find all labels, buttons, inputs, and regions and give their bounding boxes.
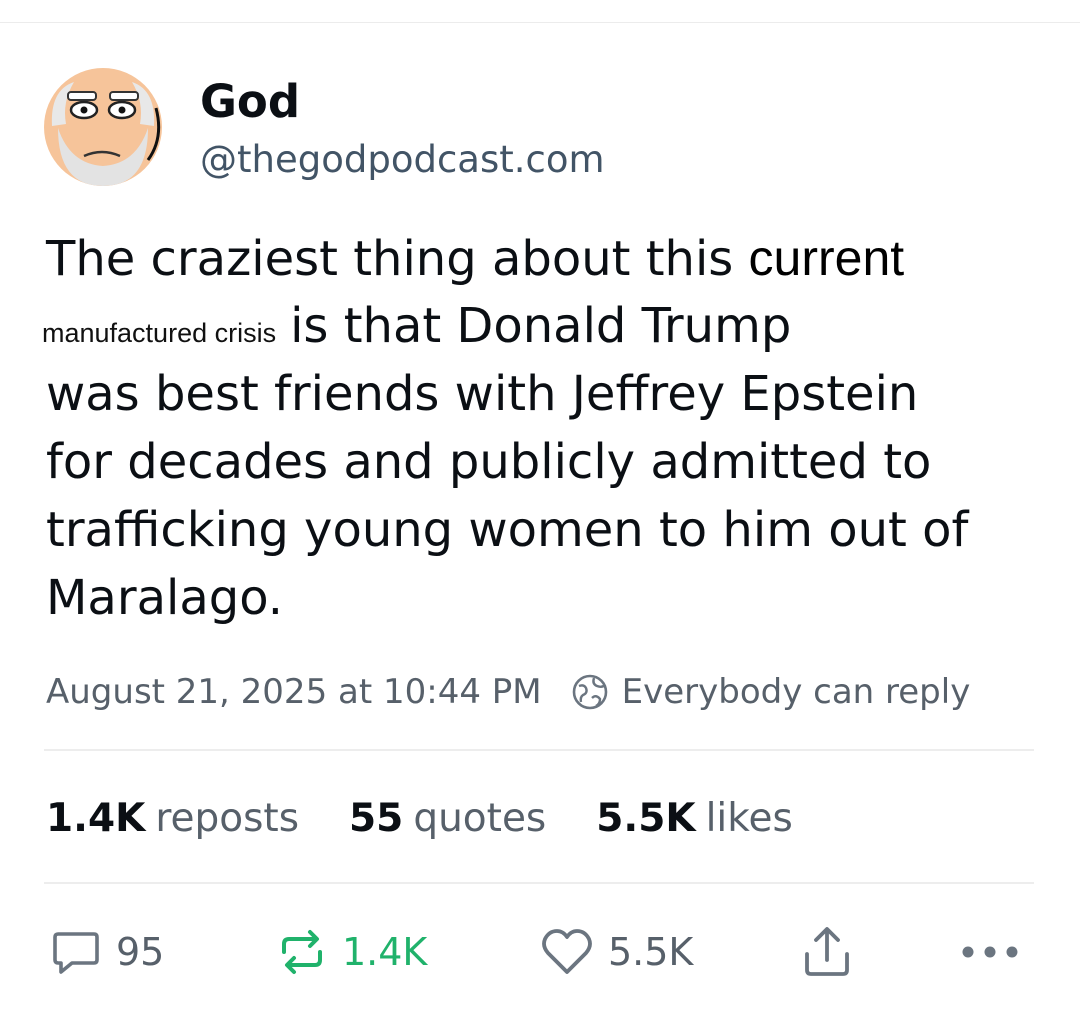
likes-stat[interactable]: 5.5K likes [596,794,793,844]
likes-count: 5.5K [596,796,696,841]
reposts-label: reposts [155,796,300,841]
globe-icon [570,672,610,712]
like-button[interactable]: 5.5K [540,922,693,982]
post-line: was best friends with Jeffrey Epstein [46,366,919,422]
quotes-label: quotes [413,796,547,841]
post-line: manufactured crisis is that Donald Trump [42,292,1046,360]
repost-arrows-icon [282,930,322,974]
repost-count: 1.4K [342,930,428,974]
divider [44,882,1034,884]
reply-setting[interactable]: Everybody can reply [622,668,971,716]
post-actions: 95 1.4K 5.5K [0,922,1080,982]
post-line: Maralago. [46,570,283,626]
quotes-count: 55 [349,796,404,841]
more-options-button[interactable] [958,922,1022,982]
share-icon [805,927,849,976]
post-line: for decades and publicly admitted to [46,434,932,490]
reply-bubble-icon [53,932,99,974]
more-dots-icon [962,946,1018,958]
post-text-segment: is that Donald Trump [290,298,792,354]
post-text-segment: The craziest thing about this [46,231,749,287]
post-text: The craziest thing about this current ma… [42,224,1046,632]
likes-label: likes [705,796,793,841]
repost-button[interactable]: 1.4K [276,922,427,982]
share-button[interactable] [800,922,854,982]
post-text-edited-word: current [748,230,905,286]
engagement-stats: 1.4K reposts 55 quotes 5.5K likes [46,794,843,844]
post-meta: August 21, 2025 at 10:44 PM Everybody ca… [46,668,970,716]
reply-count: 95 [116,930,165,974]
avatar[interactable] [44,68,162,186]
quotes-stat[interactable]: 55 quotes [349,794,546,844]
post-timestamp[interactable]: August 21, 2025 at 10:44 PM [46,668,542,716]
top-divider [0,22,1080,23]
post-line: The craziest thing about this current [46,224,1046,292]
reposts-stat[interactable]: 1.4K reposts [46,794,299,844]
post-text-edited-phrase: manufactured crisis [42,318,277,348]
author-handle[interactable]: @thegodpodcast.com [200,135,605,185]
divider [44,749,1034,751]
post-line: trafficking young women to him out of [46,502,969,558]
reply-button[interactable]: 95 [50,922,164,982]
avatar-face-image [44,68,162,186]
reposts-count: 1.4K [46,796,146,841]
heart-icon [542,929,592,974]
author-name[interactable]: God [200,74,300,130]
like-count: 5.5K [608,930,694,974]
